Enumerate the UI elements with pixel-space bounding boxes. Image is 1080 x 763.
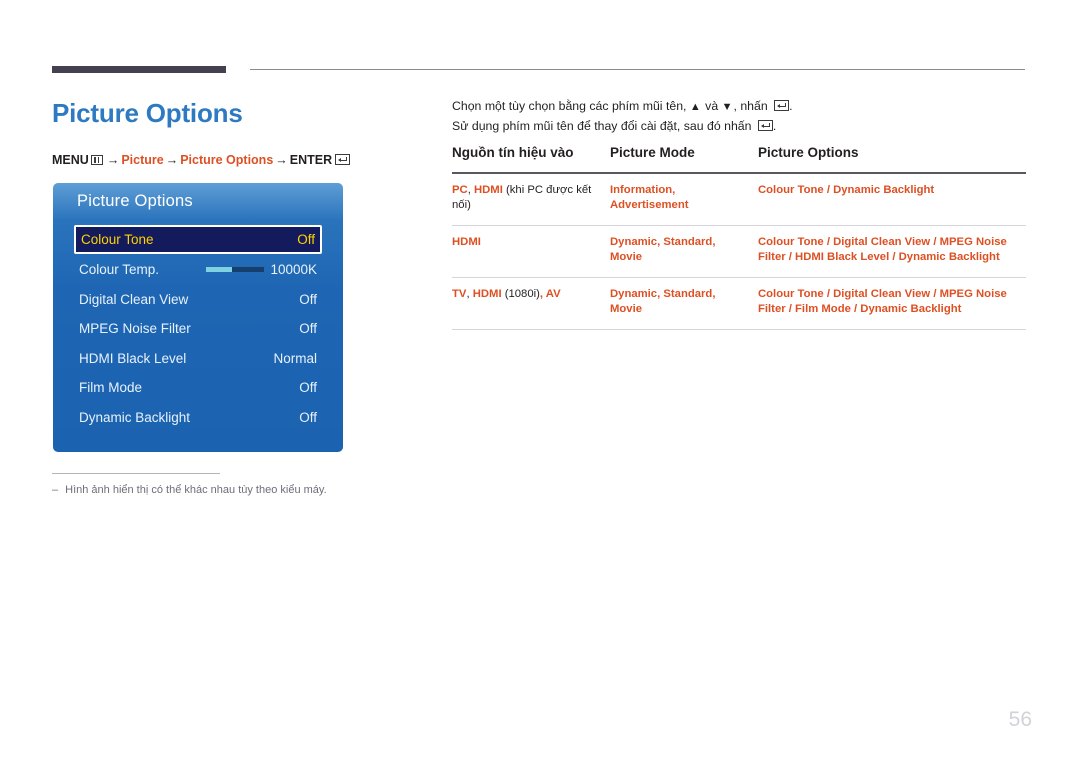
osd-row-label: Film Mode — [79, 380, 143, 396]
table-cell-picture-options: Colour Tone / Dynamic Backlight — [758, 173, 1026, 226]
osd-row-value-group: Off — [299, 321, 317, 336]
osd-row-value-group: Off — [299, 292, 317, 307]
osd-row[interactable]: Film Mode Off — [74, 373, 322, 403]
table-row: HDMI Dynamic, Standard, Movie Colour Tone … — [452, 225, 1026, 278]
osd-panel: Picture Options Colour Tone Off Colour Tem… — [53, 183, 343, 452]
osd-row-value-group: Off — [299, 380, 317, 395]
osd-row-value: Off — [299, 291, 317, 307]
picture-options-table: Nguồn tín hiệu vào Picture Mode Picture … — [452, 145, 1026, 330]
breadcrumb-menu-label: MENU — [52, 153, 89, 167]
enter-key-icon — [335, 154, 351, 165]
enter-key-icon — [774, 100, 790, 111]
osd-row-value-group: Normal — [273, 351, 317, 366]
osd-row[interactable]: Dynamic Backlight Off — [74, 403, 322, 433]
table-cell-picture-mode: Dynamic, Standard, Movie — [610, 277, 758, 330]
source-part-a: HDMI — [452, 236, 481, 248]
instructions-line2-part2: . — [772, 119, 777, 133]
osd-row-value: Off — [299, 321, 317, 337]
osd-row-value-group: Off — [299, 410, 317, 425]
instructions-line1-part1: Chọn một tùy chọn bằng các phím mũi tên, — [452, 99, 690, 113]
instructions-line1-part4: . — [789, 99, 793, 113]
footnote-dash: ‒ — [52, 484, 59, 496]
osd-row-label: MPEG Noise Filter — [79, 321, 191, 337]
instructions-line2-part1: Sử dụng phím mũi tên để thay đổi cài đặt… — [452, 119, 755, 133]
osd-row-label: Digital Clean View — [79, 291, 189, 307]
table-cell-picture-options: Colour Tone / Digital Clean View / MPEG … — [758, 277, 1026, 330]
osd-row-value-group: 10000K — [206, 262, 317, 277]
page-number: 56 — [1008, 708, 1032, 731]
osd-row-label: Dynamic Backlight — [79, 409, 191, 425]
instructions-line-1: Chọn một tùy chọn bằng các phím mũi tên,… — [452, 97, 1027, 117]
instructions-line1-part2: và — [701, 99, 722, 113]
instructions-paragraph: Chọn một tùy chọn bằng các phím mũi tên,… — [452, 97, 1027, 136]
table-header-picture-mode: Picture Mode — [610, 145, 695, 160]
osd-row-value: Off — [297, 232, 315, 247]
instructions-line1-part3: , nhấn — [733, 99, 772, 113]
osd-row[interactable]: Digital Clean View Off — [74, 285, 322, 315]
table-cell-source: HDMI — [452, 225, 610, 278]
osd-row-value: Normal — [273, 350, 317, 366]
instructions-line-2: Sử dụng phím mũi tên để thay đổi cài đặt… — [452, 117, 1027, 136]
source-part-c: , AV — [539, 288, 561, 300]
page-title: Picture Options — [52, 98, 243, 128]
breadcrumb-arrow-2: → — [165, 153, 179, 167]
osd-row-label: HDMI Black Level — [79, 350, 187, 366]
arrow-up-icon: ▲ — [689, 101, 702, 113]
osd-row-value-group: Off — [297, 232, 315, 247]
menu-grid-icon — [90, 155, 103, 165]
enter-key-icon — [757, 120, 773, 131]
osd-slider[interactable] — [206, 267, 265, 273]
table-row: TV, HDMI (1080i), AV Dynamic, Standard, M… — [452, 277, 1026, 330]
footnote-text: Hình ảnh hiển thị có thể khác nhau tùy t… — [65, 484, 327, 496]
osd-row-value: Off — [299, 380, 317, 396]
source-part-b: HDMI — [473, 184, 503, 196]
header-rule-thin — [250, 69, 1025, 70]
table-header-picture-options: Picture Options — [758, 145, 859, 160]
table-cell-picture-mode: Dynamic, Standard, Movie — [610, 225, 758, 278]
breadcrumb-arrow-3: → — [275, 153, 288, 167]
osd-menu-list: Colour Tone Off Colour Temp. 10000K Digital … — [53, 224, 343, 432]
osd-row-value: 10000K — [270, 262, 317, 278]
table-header-row: Nguồn tín hiệu vào Picture Mode Picture … — [452, 145, 1026, 173]
table-cell-picture-options: Colour Tone / Digital Clean View / MPEG … — [758, 225, 1026, 278]
table-cell-picture-mode: Information, Advertisement — [610, 173, 758, 226]
footnote-rule — [52, 473, 220, 474]
breadcrumb-arrow-1: → — [106, 153, 120, 167]
osd-row[interactable]: HDMI Black Level Normal — [74, 344, 322, 374]
breadcrumb-item-picture[interactable]: Picture — [121, 153, 163, 167]
osd-row-label: Colour Temp. — [79, 262, 160, 278]
table-cell-source: TV, HDMI (1080i), AV — [452, 277, 610, 330]
osd-row[interactable]: MPEG Noise Filter Off — [74, 314, 322, 344]
source-part-a: TV — [452, 288, 467, 300]
header-rule-thick — [52, 66, 226, 73]
osd-row[interactable]: Colour Tone Off — [74, 225, 322, 254]
breadcrumb-item-picture-options[interactable]: Picture Options — [180, 153, 273, 167]
osd-row[interactable]: Colour Temp. 10000K — [74, 255, 322, 285]
breadcrumb-enter-label: ENTER — [289, 153, 333, 167]
osd-panel-title: Picture Options — [77, 192, 193, 210]
osd-row-value: Off — [299, 409, 317, 425]
table-header-source: Nguồn tín hiệu vào — [452, 145, 574, 160]
table-cell-source: PC, HDMI (khi PC được kết nối) — [452, 173, 610, 226]
source-part-b: HDMI — [472, 288, 502, 300]
osd-row-label: Colour Tone — [81, 232, 154, 247]
source-part-a: PC — [452, 184, 468, 196]
source-note: (1080i) — [501, 288, 540, 300]
arrow-down-icon: ▼ — [721, 101, 734, 113]
footnote: ‒ Hình ảnh hiển thị có thể khác nhau tùy … — [52, 484, 327, 496]
table-row: PC, HDMI (khi PC được kết nối) Informatio… — [452, 173, 1026, 226]
breadcrumb: MENU → Picture → Picture Options → ENTER — [52, 152, 351, 168]
